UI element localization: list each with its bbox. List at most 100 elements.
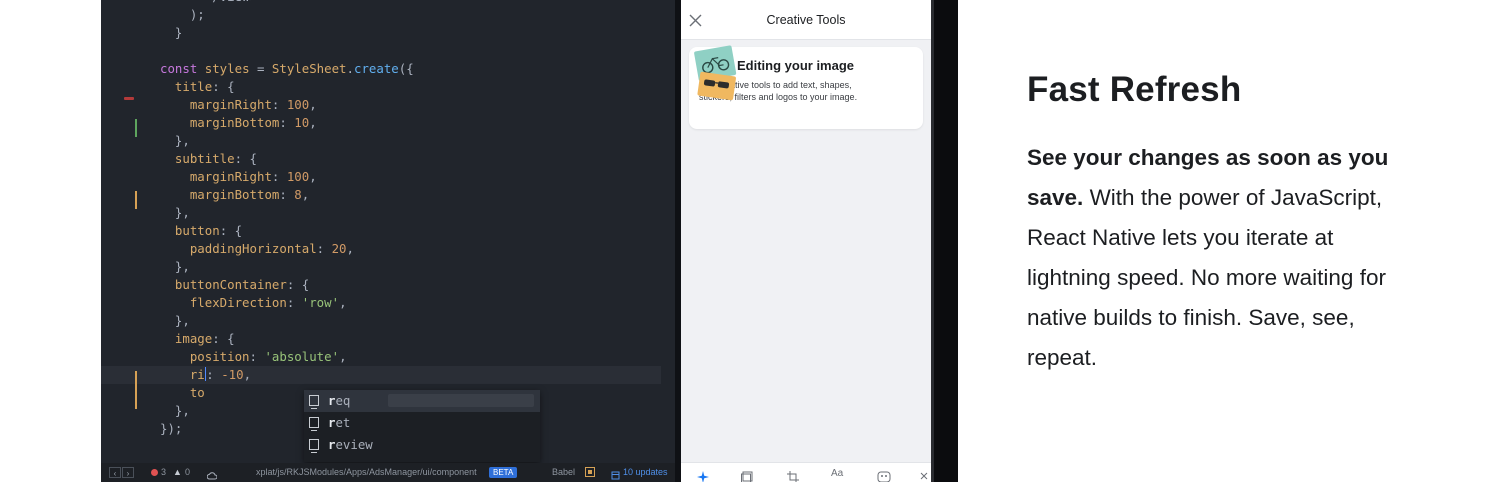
card-title: Editing your image — [737, 58, 855, 73]
code-line[interactable]: title: { — [101, 78, 661, 96]
phone-simulator[interactable]: Creative Tools Editing your image Use cr… — [681, 0, 931, 482]
code-line[interactable]: marginRight: 100, — [101, 168, 661, 186]
code-line[interactable]: }, — [101, 132, 661, 150]
code-token: : — [271, 97, 287, 112]
crop-icon[interactable] — [787, 470, 799, 482]
snippet-icon — [309, 417, 319, 431]
update-icon[interactable] — [611, 468, 620, 482]
code-line[interactable]: } — [101, 24, 661, 42]
code-token: : — [316, 241, 332, 256]
code-token: buttonContainer — [174, 277, 287, 292]
code-token: } — [160, 25, 183, 40]
code-token: to — [189, 385, 205, 400]
code-editor[interactable]: </View> ); } const styles = StyleSheet.cr… — [101, 0, 675, 482]
code-token: const — [160, 61, 205, 76]
file-path[interactable]: xplat/js/RKJSModules/Apps/AdsManager/ui/… — [256, 463, 477, 482]
gutter-modified-marker — [135, 191, 137, 209]
warning-count[interactable]: 0 — [185, 463, 190, 482]
beta-badge: BETA — [489, 467, 518, 478]
gutter-added-marker — [135, 119, 137, 137]
code-line[interactable]: marginBottom: 10, — [101, 114, 661, 132]
text-icon[interactable]: Aa — [831, 468, 843, 479]
autocomplete-popup[interactable]: req ret review — [304, 390, 540, 462]
code-line[interactable] — [101, 42, 661, 60]
device-frame — [931, 0, 958, 482]
code-line[interactable]: const styles = StyleSheet.create({ — [101, 60, 661, 78]
autocomplete-item[interactable]: req — [304, 390, 540, 412]
code-line[interactable]: buttonContainer: { — [101, 276, 661, 294]
code-line[interactable]: }, — [101, 312, 661, 330]
code-token: }, — [160, 133, 190, 148]
code-token: paddingHorizontal — [189, 241, 317, 256]
code-token: StyleSheet — [271, 61, 347, 76]
code-line[interactable]: }, — [101, 258, 661, 276]
code-token: 20 — [331, 241, 347, 256]
chevron-left-icon[interactable]: ‹ — [109, 467, 121, 478]
grammar-selector[interactable]: Babel — [552, 463, 575, 482]
code-line[interactable]: subtitle: { — [101, 150, 661, 168]
code-line[interactable]: ri: -10, — [101, 366, 661, 384]
code-token: image — [174, 331, 213, 346]
code-token: , — [339, 295, 347, 310]
code-token: : { — [286, 277, 310, 292]
gallery-icon[interactable] — [741, 470, 753, 482]
code-line[interactable]: }, — [101, 204, 661, 222]
gutter-error-marker — [124, 97, 134, 100]
error-count[interactable]: 3 — [161, 463, 166, 482]
code-token: create — [354, 61, 399, 76]
creative-tools-illustration — [694, 45, 737, 101]
code-token: }); — [160, 421, 183, 436]
code-token: , — [309, 169, 317, 184]
code-token: </View> — [160, 0, 257, 4]
code-line[interactable]: position: 'absolute', — [101, 348, 661, 366]
feature-description: Fast Refresh See your changes as soon as… — [1027, 70, 1407, 378]
code-token: }, — [160, 313, 190, 328]
package-icon[interactable] — [585, 467, 595, 477]
code-token: . — [346, 61, 354, 76]
code-area[interactable]: </View> ); } const styles = StyleSheet.cr… — [101, 0, 661, 438]
code-token: position — [189, 349, 250, 364]
code-line[interactable]: image: { — [101, 330, 661, 348]
gutter-modified-marker — [135, 371, 137, 409]
updates-link[interactable]: 10 updates — [623, 463, 668, 482]
code-token: subtitle — [174, 151, 235, 166]
snippet-icon — [309, 439, 319, 453]
autocomplete-item[interactable]: ret — [304, 412, 540, 434]
info-card[interactable]: Editing your image Use creative tools to… — [689, 45, 923, 129]
code-token: title — [174, 79, 213, 94]
code-token: }, — [160, 403, 190, 418]
code-line[interactable]: ); — [101, 6, 661, 24]
snippet-icon — [309, 395, 319, 409]
code-token: : — [271, 169, 287, 184]
code-line[interactable]: marginBottom: 8, — [101, 186, 661, 204]
code-token: }, — [160, 259, 190, 274]
autocomplete-item[interactable]: review — [304, 434, 540, 456]
code-token: : — [206, 367, 222, 382]
autocomplete-label: eq — [335, 393, 351, 408]
code-token: styles — [204, 61, 250, 76]
chevron-right-icon[interactable]: › — [122, 467, 134, 478]
code-token: marginRight — [189, 169, 272, 184]
code-token: 10 — [294, 115, 310, 130]
code-line[interactable]: button: { — [101, 222, 661, 240]
warning-icon[interactable]: ▲ — [173, 463, 182, 482]
code-token: : { — [219, 223, 243, 238]
code-token: : — [279, 115, 295, 130]
sparkle-icon[interactable] — [697, 470, 709, 482]
bottom-tab-bar: Aa — [681, 462, 931, 482]
code-line[interactable]: marginRight: 100, — [101, 96, 661, 114]
status-bar: ‹ › 3 ▲ 0 xplat/js/RKJSModules/Apps/AdsM… — [101, 463, 675, 482]
more-icon[interactable] — [919, 470, 929, 482]
code-line[interactable]: paddingHorizontal: 20, — [101, 240, 661, 258]
sticker-icon[interactable] — [877, 470, 891, 482]
error-icon[interactable] — [151, 469, 158, 476]
code-token: , — [243, 367, 252, 382]
cloud-upload-icon[interactable] — [206, 468, 218, 480]
code-line[interactable]: flexDirection: 'row', — [101, 294, 661, 312]
